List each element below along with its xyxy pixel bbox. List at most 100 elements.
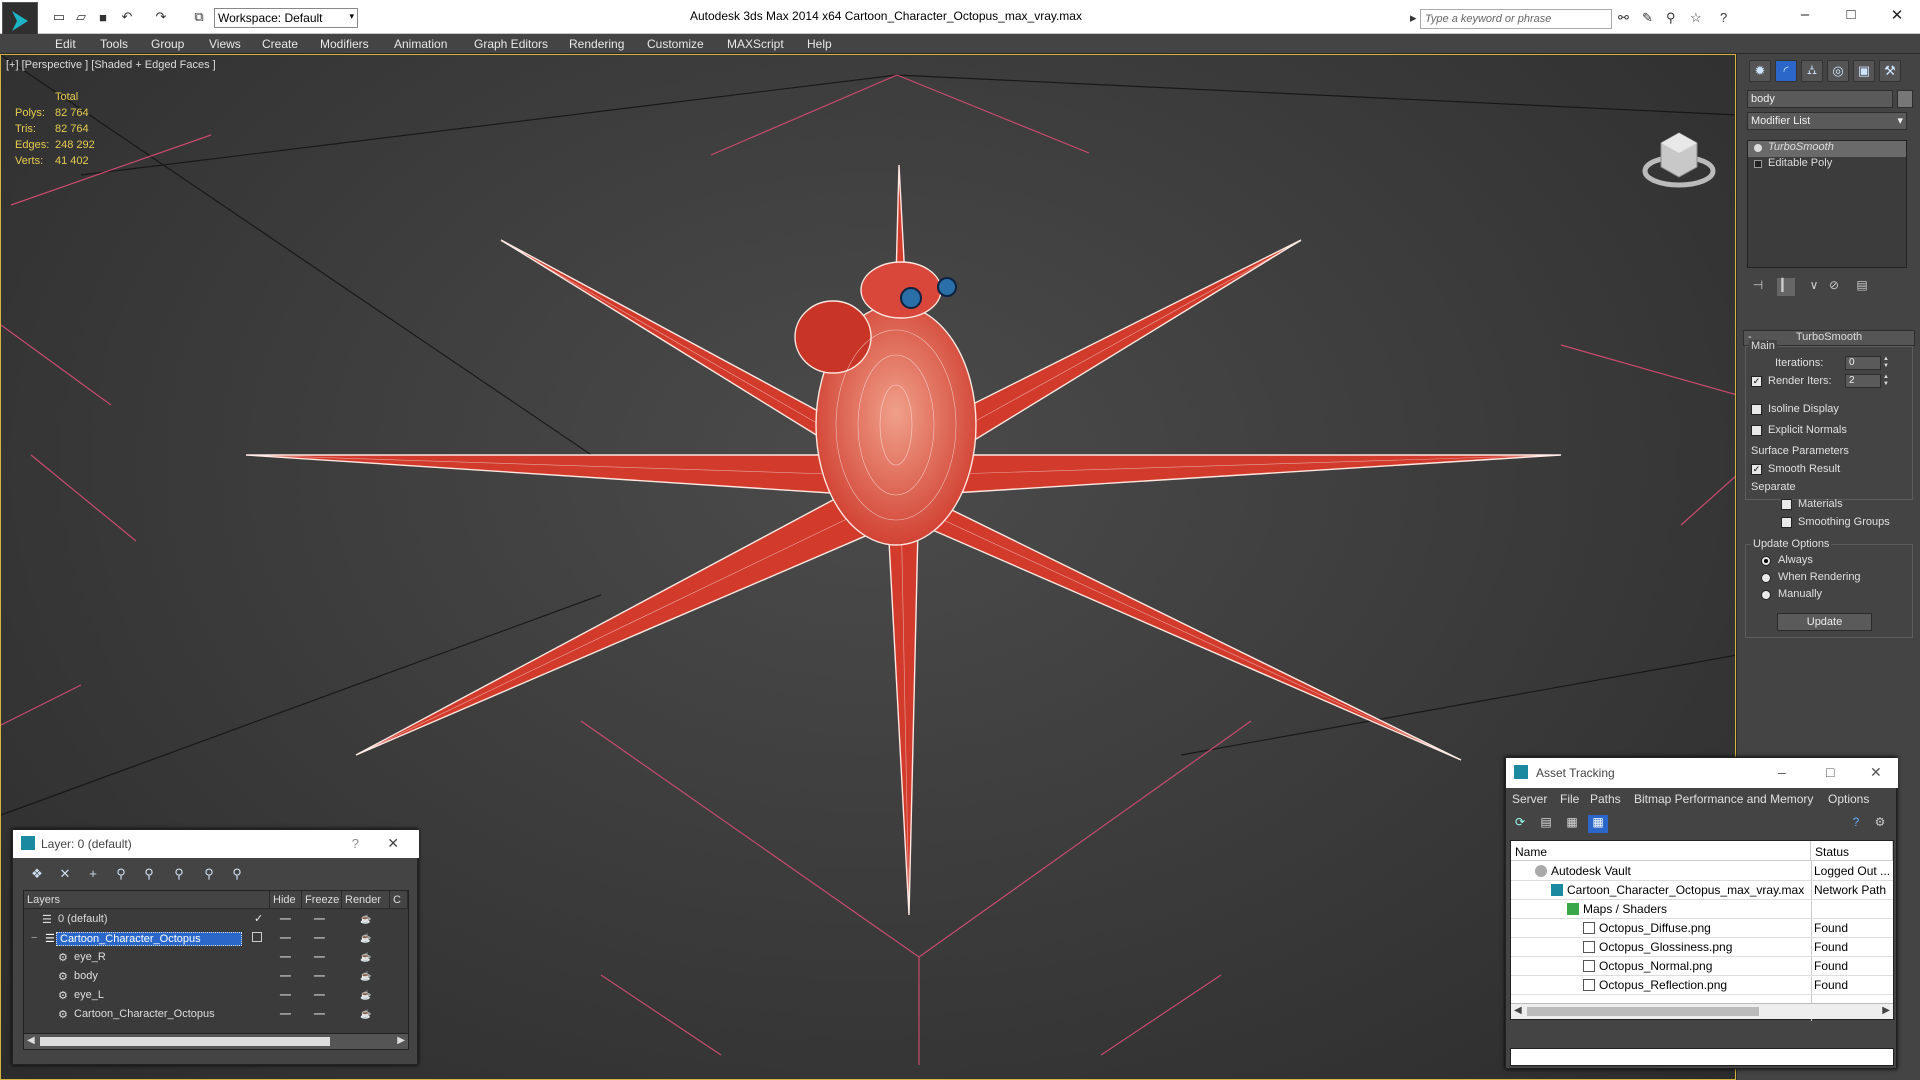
hide-toggle[interactable]: ━━ xyxy=(280,990,291,1001)
menu-create[interactable]: Create xyxy=(262,37,298,51)
maximize-icon[interactable]: □ xyxy=(1826,764,1834,780)
hide-toggle[interactable]: ━━ xyxy=(280,914,291,925)
asset-row[interactable]: Autodesk Vault Logged Out ... xyxy=(1511,862,1893,881)
col-header-render[interactable]: Render xyxy=(342,891,390,909)
scroll-right-icon[interactable]: ▶ xyxy=(1882,1005,1890,1016)
render-teapot-icon[interactable]: ☕ xyxy=(360,1009,371,1020)
col-header-layers[interactable]: Layers xyxy=(24,891,270,909)
motion-tab-icon[interactable]: ◎ xyxy=(1827,60,1849,82)
menu-maxscript[interactable]: MAXScript xyxy=(727,37,784,51)
freeze-toggle[interactable]: ━━ xyxy=(314,971,325,982)
layer-window-titlebar[interactable]: Layer: 0 (default) ? ✕ xyxy=(13,830,419,858)
viewcube-icon[interactable] xyxy=(1642,132,1716,188)
show-end-result-icon[interactable]: ▎ xyxy=(1777,278,1795,296)
hierarchy-tab-icon[interactable]: ⛼ xyxy=(1801,60,1823,82)
object-row[interactable]: ⚙ Cartoon_Character_Octopus ━━ ━━ ☕ xyxy=(24,1005,408,1024)
render-iters-spinner[interactable]: 2 xyxy=(1845,374,1881,388)
utilities-tab-icon[interactable]: ⚒ xyxy=(1879,60,1901,82)
menu-graph-editors[interactable]: Graph Editors xyxy=(474,37,548,51)
asset-row[interactable]: Octopus_Reflection.png Found xyxy=(1511,976,1893,995)
materials-checkbox[interactable] xyxy=(1781,499,1792,510)
freeze-all-layers-icon[interactable]: ⚲ xyxy=(227,866,247,884)
delete-layer-icon[interactable]: ✕ xyxy=(55,866,75,884)
search-input[interactable]: Type a keyword or phrase xyxy=(1420,9,1612,29)
menu-animation[interactable]: Animation xyxy=(394,37,447,51)
hide-all-layers-icon[interactable]: ⚲ xyxy=(199,866,219,884)
hide-toggle[interactable]: ━━ xyxy=(280,971,291,982)
workspace-dropdown[interactable]: Workspace: Default ▾ xyxy=(214,8,358,28)
menu-edit[interactable]: Edit xyxy=(55,37,76,51)
freeze-toggle[interactable]: ━━ xyxy=(314,990,325,1001)
update-manually-radio[interactable] xyxy=(1761,590,1771,600)
hide-toggle[interactable]: ━━ xyxy=(280,933,291,944)
select-in-layer-icon[interactable]: ⚲ xyxy=(111,866,131,884)
close-icon[interactable]: ✕ xyxy=(387,835,399,852)
scroll-left-icon[interactable]: ◀ xyxy=(1514,1005,1522,1016)
add-selection-icon[interactable] xyxy=(252,932,262,942)
asset-row[interactable]: Octopus_Glossiness.png Found xyxy=(1511,938,1893,957)
render-teapot-icon[interactable]: ☕ xyxy=(360,990,371,1001)
freeze-toggle[interactable]: ━━ xyxy=(314,1009,325,1020)
smoothing-groups-checkbox[interactable] xyxy=(1781,517,1792,528)
spinner-arrows-icon[interactable]: ▲ ▼ xyxy=(1883,374,1891,388)
scroll-left-icon[interactable]: ◀ xyxy=(27,1035,35,1046)
help-icon[interactable]: ? xyxy=(1720,10,1727,25)
connect-icon[interactable]: ⚲ xyxy=(1666,10,1676,26)
hide-toggle[interactable]: ━━ xyxy=(280,1009,291,1020)
maximize-button[interactable]: □ xyxy=(1836,6,1866,28)
configure-modifier-sets-icon[interactable]: ▤ xyxy=(1853,278,1871,296)
asset-window-titlebar[interactable]: Asset Tracking – □ ✕ xyxy=(1506,758,1898,788)
menu-group[interactable]: Group xyxy=(151,37,184,51)
horizontal-scrollbar[interactable]: ◀ ▶ xyxy=(1511,1003,1893,1019)
save-icon[interactable]: ■ xyxy=(94,8,112,26)
horizontal-scrollbar[interactable]: ◀ ▶ xyxy=(24,1033,408,1049)
menu-customize[interactable]: Customize xyxy=(647,37,704,51)
menu-tools[interactable]: Tools xyxy=(100,37,128,51)
pin-stack-icon[interactable]: ⊣ xyxy=(1749,278,1767,296)
menu-views[interactable]: Views xyxy=(209,37,241,51)
redo-icon[interactable]: ↷ xyxy=(152,8,170,26)
table-view-icon[interactable]: ▦ xyxy=(1588,815,1608,833)
scrollbar-thumb[interactable] xyxy=(1527,1007,1759,1016)
display-tab-icon[interactable]: ▣ xyxy=(1853,60,1875,82)
select-layer-icon[interactable]: ⚲ xyxy=(139,866,159,884)
col-header-freeze[interactable]: Freeze xyxy=(302,891,342,909)
tree-view-icon[interactable]: ▦ xyxy=(1562,815,1582,833)
create-tab-icon[interactable]: ✹ xyxy=(1749,60,1771,82)
render-teapot-icon[interactable]: ☕ xyxy=(360,933,371,944)
render-teapot-icon[interactable]: ☕ xyxy=(360,952,371,963)
open-file-icon[interactable]: ▱ xyxy=(72,8,90,26)
update-when-rendering-radio[interactable] xyxy=(1761,573,1771,583)
col-header-hide[interactable]: Hide xyxy=(270,891,302,909)
stack-item-turbosmooth[interactable]: TurboSmooth xyxy=(1748,141,1906,157)
object-row[interactable]: ⚙ eye_R ━━ ━━ ☕ xyxy=(24,948,408,967)
render-teapot-icon[interactable]: ☕ xyxy=(360,971,371,982)
object-color-swatch[interactable] xyxy=(1897,90,1913,108)
help-icon[interactable]: ? xyxy=(1846,815,1866,833)
new-file-icon[interactable]: ▭ xyxy=(50,8,68,26)
minimize-button[interactable]: – xyxy=(1790,6,1820,28)
asset-menu-server[interactable]: Server xyxy=(1512,792,1547,806)
settings-icon[interactable]: ⚙ xyxy=(1870,815,1890,833)
minimize-icon[interactable]: – xyxy=(1778,764,1786,780)
object-row[interactable]: ⚙ eye_L ━━ ━━ ☕ xyxy=(24,986,408,1005)
render-teapot-icon[interactable]: ☕ xyxy=(360,914,371,925)
expand-plus-icon[interactable] xyxy=(1754,160,1762,168)
set-current-layer-icon[interactable]: ⚲ xyxy=(169,866,189,884)
update-button[interactable]: Update xyxy=(1777,613,1872,631)
menu-rendering[interactable]: Rendering xyxy=(569,37,624,51)
asset-row[interactable]: Maps / Shaders xyxy=(1511,900,1893,919)
col-header-name[interactable]: Name xyxy=(1511,841,1811,861)
lightbulb-icon[interactable] xyxy=(1754,144,1762,152)
communication-icon[interactable]: ✎ xyxy=(1642,10,1653,26)
scrollbar-thumb[interactable] xyxy=(40,1037,330,1046)
isoline-display-checkbox[interactable] xyxy=(1751,404,1762,415)
eye-L[interactable] xyxy=(937,277,957,297)
explicit-normals-checkbox[interactable] xyxy=(1751,425,1762,436)
add-to-layer-icon[interactable]: + xyxy=(83,866,103,884)
asset-menu-bitmap-performance[interactable]: Bitmap Performance and Memory xyxy=(1634,792,1813,806)
object-row[interactable]: ⚙ body ━━ ━━ ☕ xyxy=(24,967,408,986)
asset-row[interactable]: Octopus_Diffuse.png Found xyxy=(1511,919,1893,938)
modify-tab-icon[interactable]: ◜ xyxy=(1775,60,1797,82)
asset-row[interactable]: Cartoon_Character_Octopus_max_vray.max N… xyxy=(1511,881,1893,900)
